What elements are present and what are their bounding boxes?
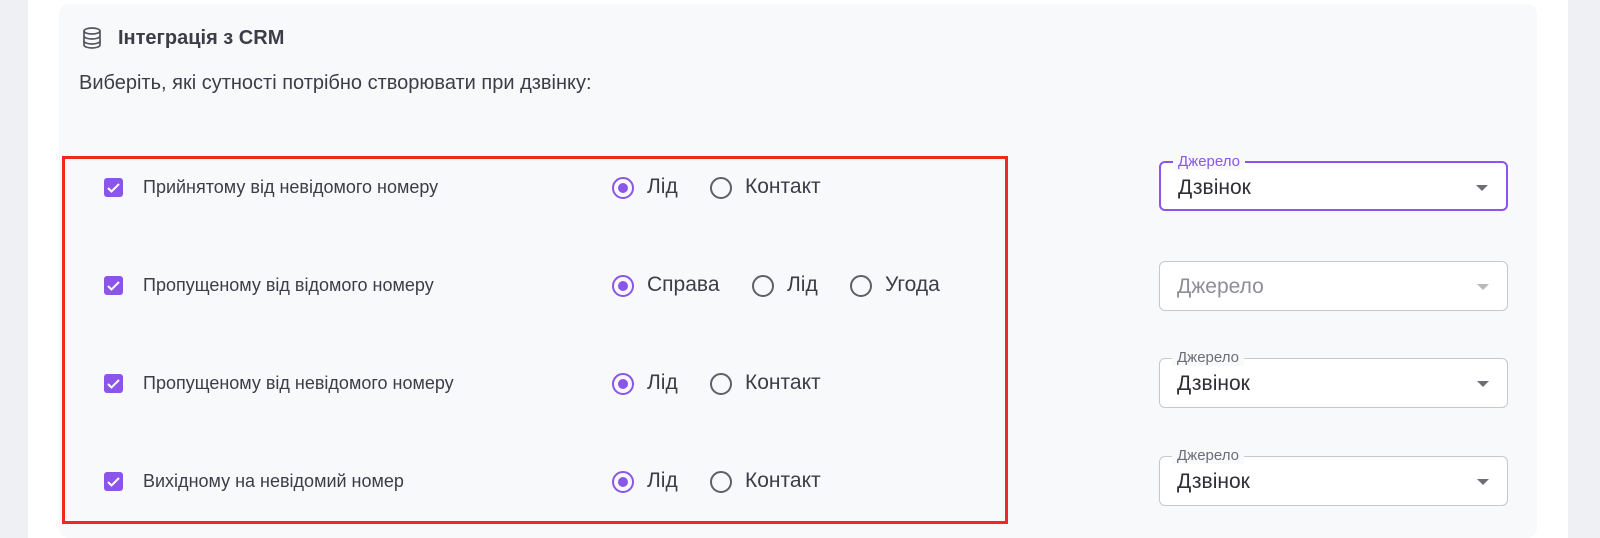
caret-down-icon [1476, 185, 1488, 191]
source-select-label: Джерело [1172, 350, 1244, 366]
source-select[interactable]: Джерело Дзвінок [1159, 154, 1508, 211]
source-select-label: Джерело [1173, 154, 1245, 170]
caret-down-icon [1477, 381, 1489, 387]
caret-down-icon [1477, 284, 1489, 290]
source-select[interactable]: Джерело [1159, 261, 1508, 311]
source-select-value: Дзвінок [1177, 470, 1250, 493]
source-select[interactable]: Джерело Дзвінок [1159, 350, 1508, 408]
database-icon [80, 26, 104, 50]
highlight-box [62, 156, 1008, 524]
caret-down-icon [1477, 479, 1489, 485]
source-select-value: Дзвінок [1177, 372, 1250, 395]
source-select[interactable]: Джерело Дзвінок [1159, 448, 1508, 506]
section-title: Інтеграція з CRM [118, 26, 285, 49]
source-select-label: Джерело [1172, 448, 1244, 464]
source-select-value: Дзвінок [1178, 176, 1251, 199]
source-select-placeholder: Джерело [1177, 275, 1264, 298]
section-header: Інтеграція з CRM [80, 26, 284, 50]
section-subtitle: Виберіть, які сутності потрібно створюва… [79, 72, 592, 94]
